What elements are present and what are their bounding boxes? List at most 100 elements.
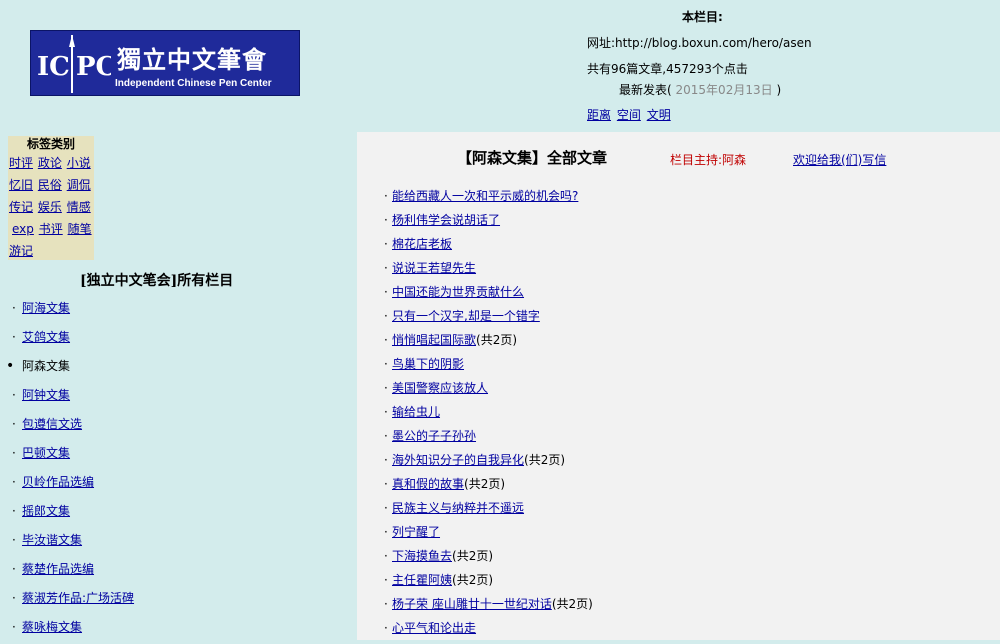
latest-label: 最新发表(	[619, 83, 672, 97]
column-link[interactable]: 蔡淑芳作品:广场活碑	[22, 586, 134, 610]
column-item[interactable]: · 毕汝谐文集	[0, 528, 350, 557]
keyword-link[interactable]: 距离	[587, 108, 611, 122]
article-link[interactable]: 只有一个汉字,却是一个错字	[392, 309, 540, 323]
bullet-icon: ·	[12, 533, 16, 547]
site-logo[interactable]: IC PC 獨立中文筆會 Independent Chinese Pen Cen…	[30, 30, 300, 96]
tag-link[interactable]: 政论	[38, 156, 62, 170]
article-page-count: (共2页)	[551, 597, 593, 611]
article-link[interactable]: 真和假的故事	[392, 477, 464, 491]
bullet-icon: ·	[384, 429, 388, 443]
article-item: · 海外知识分子的自我异化(共2页)	[384, 448, 984, 472]
tag-link[interactable]: 传记	[9, 200, 33, 214]
column-link[interactable]: 蔡咏梅文集	[22, 615, 82, 639]
article-link[interactable]: 杨利伟学会说胡话了	[392, 213, 500, 227]
column-item[interactable]: · 包遵信文选	[0, 412, 350, 441]
tag-link[interactable]: 游记	[9, 244, 33, 258]
article-link[interactable]: 列宁醒了	[392, 525, 440, 539]
bullet-icon: ·	[384, 237, 388, 251]
tag-link[interactable]: 情感	[67, 200, 91, 214]
column-item[interactable]: · 蔡楚作品选编	[0, 557, 350, 586]
tag-link[interactable]: 忆旧	[9, 178, 33, 192]
keyword-links: 距离 空间 文明	[587, 106, 673, 123]
article-link[interactable]: 心平气和论出走	[392, 621, 476, 635]
article-page-count: (共2页)	[452, 549, 494, 563]
column-link[interactable]: 摇郎文集	[22, 499, 70, 523]
article-item: · 中国还能为世界贡献什么	[384, 280, 984, 304]
article-link[interactable]: 说说王若望先生	[392, 261, 476, 275]
tag-link[interactable]: 民俗	[38, 178, 62, 192]
column-link[interactable]: 包遵信文选	[22, 412, 82, 436]
article-link[interactable]: 墨公的子子孙孙	[392, 429, 476, 443]
column-item[interactable]: · 艾鸽文集	[0, 325, 350, 354]
latest-date: 2015年02月13日	[675, 83, 773, 97]
column-link[interactable]: 巴顿文集	[22, 441, 70, 465]
bullet-icon: ·	[384, 189, 388, 203]
article-page-count: (共2页)	[476, 333, 518, 347]
latest-published: 最新发表( 2015年02月13日 )	[619, 81, 781, 98]
bullet-icon: ·	[384, 477, 388, 491]
column-item[interactable]: · 贝岭作品选编	[0, 470, 350, 499]
svg-text:IC: IC	[37, 52, 70, 82]
article-item: · 美国警察应该放人	[384, 376, 984, 400]
article-link[interactable]: 美国警察应该放人	[392, 381, 488, 395]
article-item: · 说说王若望先生	[384, 256, 984, 280]
article-item: · 主任瞿阿姨(共2页)	[384, 568, 984, 592]
logo-name-en: Independent Chinese Pen Center	[115, 78, 272, 89]
article-link[interactable]: 民族主义与纳粹并不遥远	[392, 501, 524, 515]
article-link[interactable]: 杨子荣 座山雕廿十一世纪对话	[392, 597, 552, 611]
column-item[interactable]: · 蔡淑芳作品:广场活碑	[0, 586, 350, 615]
keyword-link[interactable]: 空间	[617, 108, 641, 122]
bullet-icon: ·	[12, 475, 16, 489]
bullet-icon: ·	[12, 591, 16, 605]
article-link[interactable]: 主任瞿阿姨	[392, 573, 452, 587]
article-item: · 墨公的子子孙孙	[384, 424, 984, 448]
column-link[interactable]: 阿海文集	[22, 296, 70, 320]
bullet-icon: ·	[384, 525, 388, 539]
keyword-link[interactable]: 文明	[647, 108, 671, 122]
logo-name-cn: 獨立中文筆會	[117, 45, 267, 74]
bullet-icon: ·	[12, 562, 16, 576]
column-item[interactable]: · 巴顿文集	[0, 441, 350, 470]
column-item[interactable]: · 摇郎文集	[0, 499, 350, 528]
article-link[interactable]: 棉花店老板	[392, 237, 452, 251]
tag-categories-heading: 标签类别	[26, 137, 75, 151]
column-link[interactable]: 贝岭作品选编	[22, 470, 94, 494]
tag-row: exp 书评 随笔	[8, 218, 94, 240]
tag-row: 传记 娱乐 情感	[8, 196, 94, 218]
article-link[interactable]: 输给虫儿	[392, 405, 440, 419]
tag-link[interactable]: 书评	[39, 222, 63, 236]
tag-categories: 标签类别 时评 政论 小说 忆旧 民俗 调侃 传记 娱乐 情感 exp 书评 随笔 游记	[8, 136, 94, 260]
bullet-icon: ·	[384, 309, 388, 323]
article-item: · 杨利伟学会说胡话了	[384, 208, 984, 232]
article-link[interactable]: 下海摸鱼去	[392, 549, 452, 563]
article-link[interactable]: 海外知识分子的自我异化	[392, 453, 524, 467]
all-columns-title: [独立中文笔会]所有栏目	[80, 273, 234, 289]
section-label: 本栏目:	[682, 10, 723, 24]
column-link[interactable]: 阿钟文集	[22, 383, 70, 407]
article-page-count: (共2页)	[452, 573, 494, 587]
column-item[interactable]: · 阿钟文集	[0, 383, 350, 412]
column-item[interactable]: · 阿海文集	[0, 296, 350, 325]
tag-row: 时评 政论 小说	[8, 152, 94, 174]
tag-link[interactable]: 娱乐	[38, 200, 62, 214]
bullet-icon: ·	[12, 620, 16, 634]
column-current-label: 阿森文集	[22, 359, 71, 373]
tag-link[interactable]: 小说	[67, 156, 91, 170]
bullet-icon: ·	[384, 453, 388, 467]
article-item: · 真和假的故事(共2页)	[384, 472, 984, 496]
column-link[interactable]: 蔡楚作品选编	[22, 557, 94, 581]
column-link[interactable]: 艾鸽文集	[22, 325, 70, 349]
tag-link[interactable]: 调侃	[67, 178, 91, 192]
bullet-icon: ·	[384, 381, 388, 395]
tag-link[interactable]: 随笔	[68, 222, 92, 236]
article-item: · 输给虫儿	[384, 400, 984, 424]
tag-link[interactable]: exp	[12, 222, 34, 236]
column-link[interactable]: 毕汝谐文集	[22, 528, 82, 552]
article-link[interactable]: 中国还能为世界贡献什么	[392, 285, 524, 299]
contact-link[interactable]: 欢迎给我(们)写信	[793, 151, 886, 168]
tag-link[interactable]: 时评	[9, 156, 33, 170]
article-link[interactable]: 鸟巢下的阴影	[392, 357, 464, 371]
article-list: · 能给西藏人一次和平示威的机会吗? · 杨利伟学会说胡话了 · 棉花店老板 · 说说王若望先…	[384, 184, 984, 640]
article-link[interactable]: 能给西藏人一次和平示威的机会吗?	[392, 189, 578, 203]
article-link[interactable]: 悄悄唱起国际歌	[392, 333, 476, 347]
